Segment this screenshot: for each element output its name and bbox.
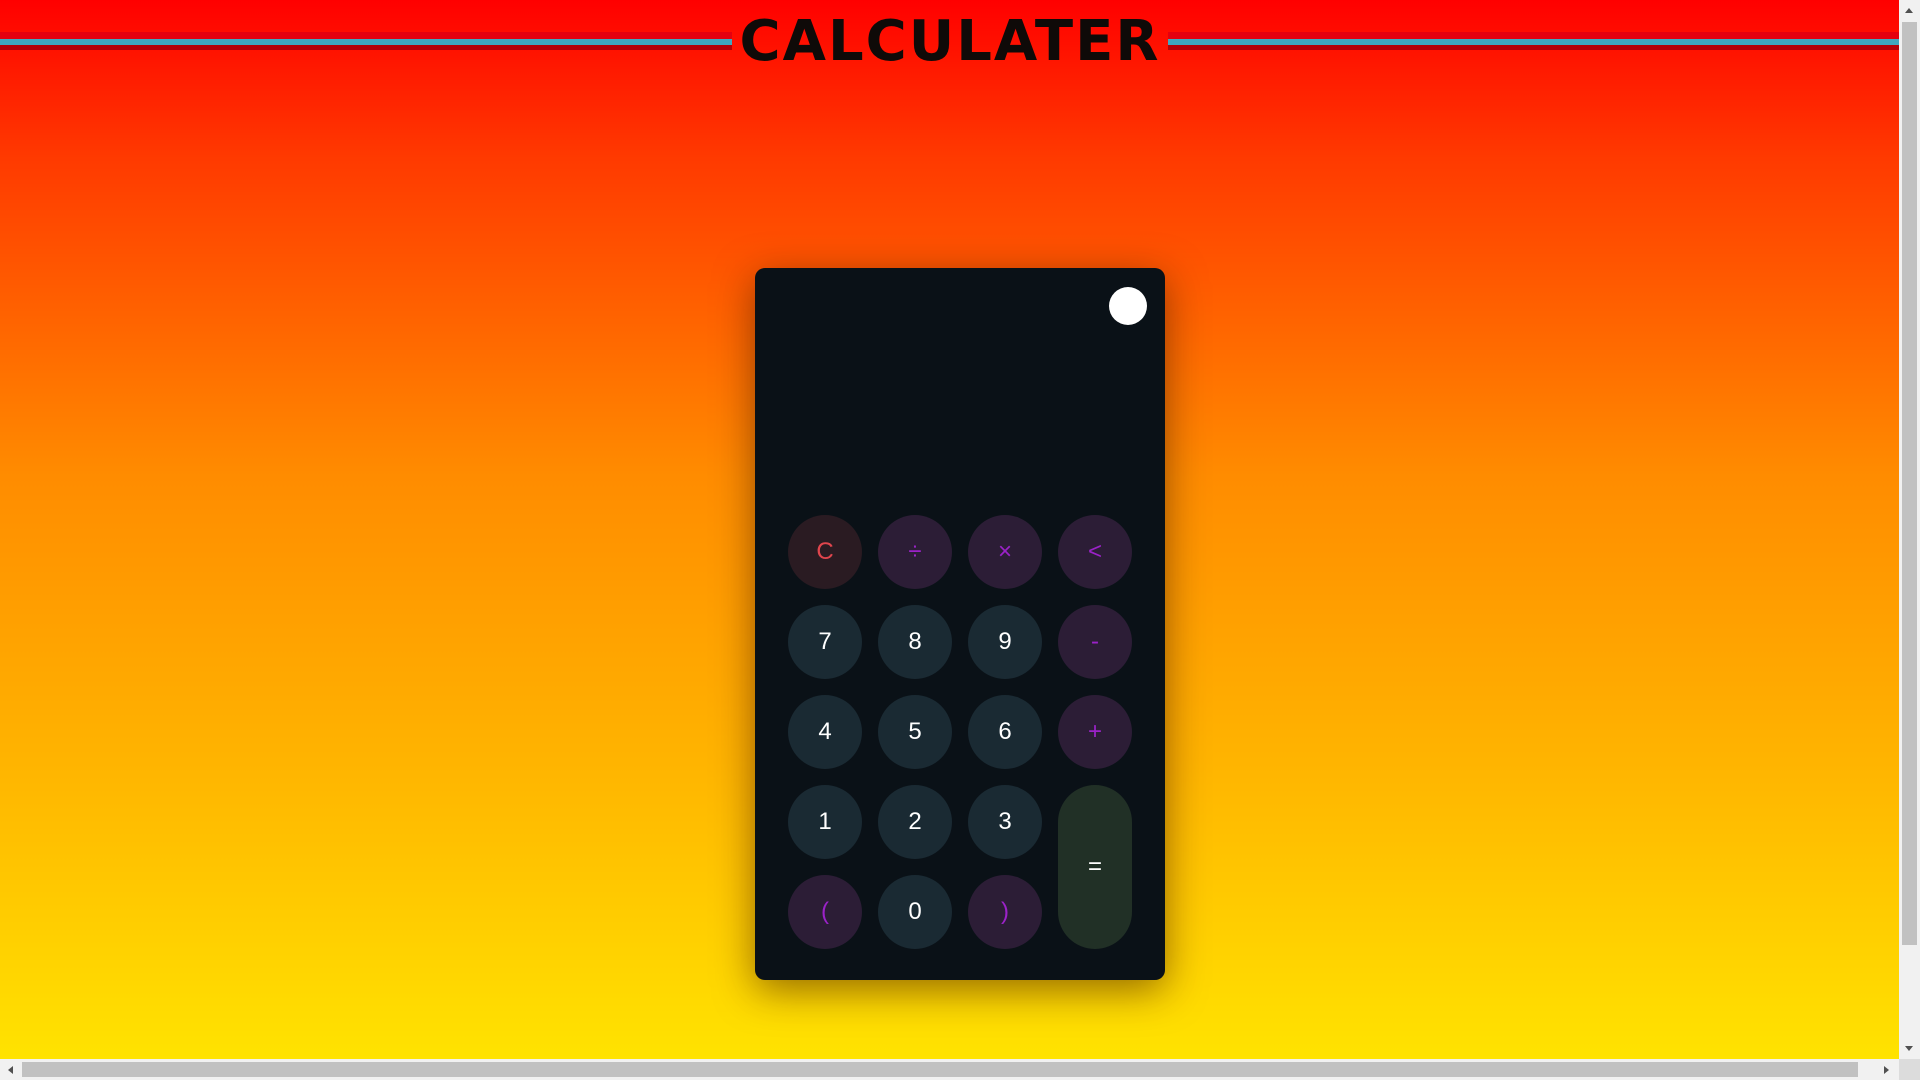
divide-button[interactable]: ÷ — [878, 515, 952, 589]
calculator-display — [785, 338, 1135, 488]
digit-9-button[interactable]: 9 — [968, 605, 1042, 679]
scroll-left-arrow-icon[interactable] — [8, 1066, 13, 1074]
digit-2-button[interactable]: 2 — [878, 785, 952, 859]
digit-5-button[interactable]: 5 — [878, 695, 952, 769]
minus-button[interactable]: - — [1058, 605, 1132, 679]
digit-8-button[interactable]: 8 — [878, 605, 952, 679]
title-line-left — [0, 32, 732, 50]
title-bar: CALCULATER — [0, 10, 1899, 74]
page-title: CALCULATER — [739, 9, 1161, 74]
digit-0-button[interactable]: 0 — [878, 875, 952, 949]
multiply-button[interactable]: × — [968, 515, 1042, 589]
scroll-right-arrow-icon[interactable] — [1884, 1066, 1889, 1074]
scroll-up-arrow-icon[interactable] — [1905, 8, 1913, 13]
vertical-scrollbar[interactable] — [1899, 0, 1920, 1059]
close-paren-button[interactable]: ) — [968, 875, 1042, 949]
equals-button[interactable]: = — [1058, 785, 1132, 949]
calculator: C ÷ × <7 8 9- 4 5 6 +1 2 3 = (0) — [755, 268, 1165, 980]
scrollbar-corner — [1899, 1059, 1920, 1080]
open-paren-button[interactable]: ( — [788, 875, 862, 949]
plus-button[interactable]: + — [1058, 695, 1132, 769]
theme-toggle-button[interactable] — [1109, 287, 1147, 325]
vertical-scrollbar-thumb[interactable] — [1902, 22, 1917, 945]
page-viewport: CALCULATER C ÷ × <7 8 9- 4 5 6 +1 2 3 = (0) — [0, 0, 1899, 1059]
title-line-right — [1168, 32, 1899, 50]
digit-7-button[interactable]: 7 — [788, 605, 862, 679]
horizontal-scrollbar-thumb[interactable] — [22, 1062, 1858, 1077]
digit-6-button[interactable]: 6 — [968, 695, 1042, 769]
horizontal-scrollbar[interactable] — [0, 1059, 1899, 1080]
scroll-down-arrow-icon[interactable] — [1905, 1046, 1913, 1051]
clear-button[interactable]: C — [788, 515, 862, 589]
digit-1-button[interactable]: 1 — [788, 785, 862, 859]
backspace-button[interactable]: < — [1058, 515, 1132, 589]
digit-4-button[interactable]: 4 — [788, 695, 862, 769]
digit-3-button[interactable]: 3 — [968, 785, 1042, 859]
